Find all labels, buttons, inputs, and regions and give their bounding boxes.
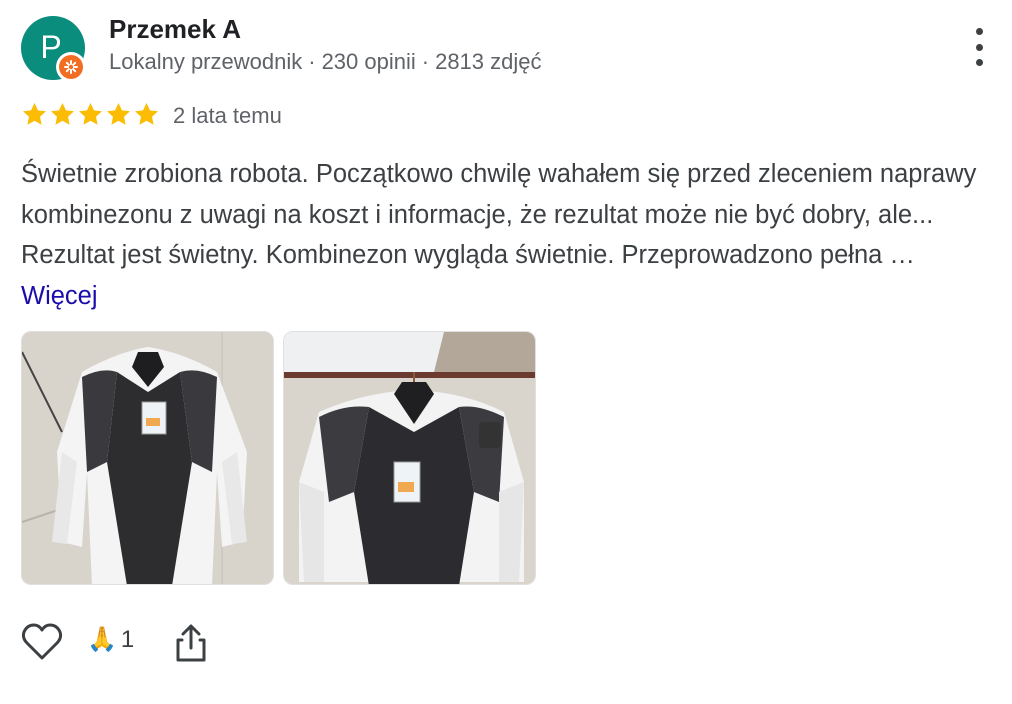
star-icon <box>21 101 48 133</box>
share-icon[interactable] <box>173 622 209 664</box>
more-vert-icon[interactable] <box>966 28 992 66</box>
meta-separator: · <box>421 49 430 74</box>
review-photo[interactable] <box>283 331 536 585</box>
star-icon <box>133 101 160 133</box>
heart-outline-icon[interactable] <box>21 622 63 662</box>
local-guide-badge-icon <box>56 52 86 82</box>
star-rating <box>21 101 160 133</box>
reaction-button[interactable]: 🙏 1 <box>87 624 134 656</box>
review-date: 2 lata temu <box>173 103 282 128</box>
reaction-count: 1 <box>120 626 135 653</box>
author-role: Lokalny przewodnik <box>109 49 303 74</box>
review-text: Świetnie zrobiona robota. Początkowo chw… <box>21 154 996 316</box>
star-icon <box>49 101 76 133</box>
author-review-count: 230 opinii <box>321 49 416 74</box>
meta-separator: · <box>308 49 316 74</box>
author-meta: Lokalny przewodnik · 230 opinii · 2813 zdjęć <box>109 49 542 75</box>
review-body: Świetnie zrobiona robota. Początkowo chw… <box>21 160 977 269</box>
author-name[interactable]: Przemek A <box>109 14 241 45</box>
author-photo-count: 2813 zdjęć <box>435 49 542 74</box>
more-link[interactable]: Więcej <box>21 282 98 310</box>
review-photo[interactable] <box>21 331 274 585</box>
pray-emoji-icon: 🙏 <box>87 626 117 653</box>
star-icon <box>105 101 132 133</box>
star-icon <box>77 101 104 133</box>
